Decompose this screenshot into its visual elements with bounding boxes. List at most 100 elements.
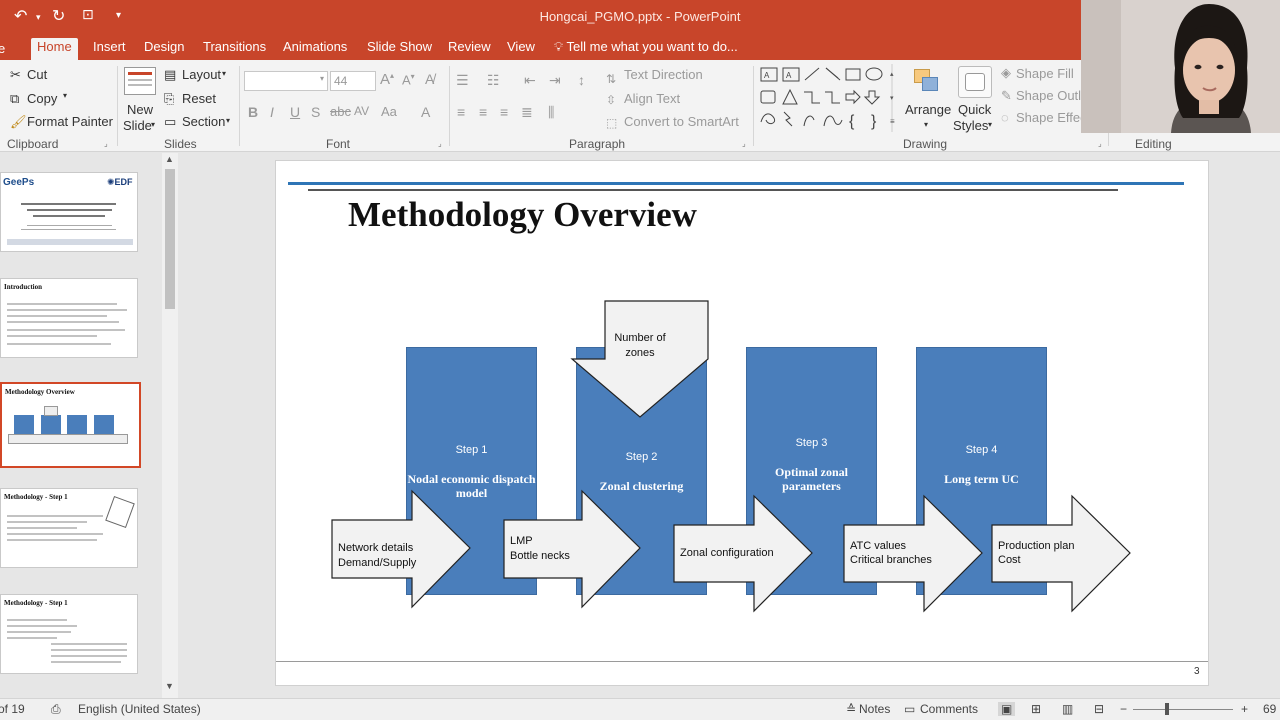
- thumb-text-line: [27, 225, 112, 226]
- thumb-text-line: [7, 515, 103, 517]
- tell-me-text: Tell me what you want to do...: [566, 39, 738, 54]
- svg-text:{: {: [849, 113, 855, 130]
- slide-thumbnail-4[interactable]: Methodology - Step 1: [0, 488, 138, 568]
- new-slide-button-line2[interactable]: Slide: [123, 118, 152, 133]
- normal-view-icon[interactable]: ▣: [998, 702, 1016, 716]
- thumb-text-line: [33, 215, 105, 217]
- thumb-text-line: [7, 309, 127, 311]
- zoom-level[interactable]: 69: [1263, 702, 1276, 716]
- convert-smartart-button[interactable]: Convert to SmartArt: [624, 114, 739, 129]
- tab-design[interactable]: Design: [138, 38, 190, 60]
- slide-thumbnail-2[interactable]: Introduction: [0, 278, 138, 358]
- align-left-icon[interactable]: ≡: [457, 104, 465, 120]
- comments-button[interactable]: Comments: [920, 702, 978, 716]
- reset-icon: ⎘: [164, 91, 175, 106]
- font-size-input[interactable]: 44: [330, 71, 376, 91]
- text-direction-button[interactable]: Text Direction: [624, 67, 703, 82]
- tab-view[interactable]: View: [501, 38, 541, 60]
- notes-icon: ≙: [846, 702, 857, 716]
- scrollbar-thumb[interactable]: [165, 169, 175, 309]
- tab-slide-show[interactable]: Slide Show: [361, 38, 438, 60]
- thumb-text-line: [7, 527, 77, 529]
- new-slide-dropdown-icon[interactable]: ▾: [151, 120, 155, 129]
- tab-insert[interactable]: Insert: [87, 38, 132, 60]
- tab-home[interactable]: Home: [31, 38, 78, 60]
- copy-button[interactable]: Copy: [27, 91, 57, 106]
- numbering-icon[interactable]: ☷: [487, 72, 500, 89]
- align-text-button[interactable]: Align Text: [624, 91, 680, 106]
- zoom-slider-thumb[interactable]: [1165, 703, 1169, 715]
- italic-icon[interactable]: I: [270, 104, 274, 120]
- arrange-button[interactable]: Arrange: [905, 102, 951, 117]
- reading-view-icon[interactable]: ▥: [1062, 702, 1073, 716]
- section-button[interactable]: Section: [182, 114, 225, 129]
- font-name-dropdown-icon[interactable]: ▾: [320, 74, 324, 83]
- quick-styles-dropdown-icon[interactable]: ▾: [988, 120, 992, 129]
- tab-file-partial[interactable]: e: [0, 40, 11, 62]
- shadow-icon[interactable]: S: [311, 104, 320, 120]
- strikethrough-icon[interactable]: abc: [330, 104, 351, 119]
- slide-thumbnail-panel: GeePs ✺EDF Introduction Methodology Over…: [0, 153, 180, 698]
- increase-indent-icon[interactable]: ⇥: [549, 72, 561, 89]
- scroll-down-icon[interactable]: ▼: [165, 681, 174, 691]
- char-spacing-icon[interactable]: AV: [354, 104, 369, 118]
- change-case-icon[interactable]: Aa: [381, 104, 397, 119]
- quick-styles-button-line2[interactable]: Styles: [953, 118, 988, 133]
- paragraph-launcher-icon[interactable]: ⌟: [742, 139, 746, 148]
- slide-canvas[interactable]: Methodology Overview Step 1 Nodal econom…: [276, 161, 1208, 685]
- copy-dropdown-icon[interactable]: ▾: [63, 91, 67, 100]
- zoom-out-icon[interactable]: −: [1120, 702, 1127, 716]
- zoom-in-icon[interactable]: +: [1241, 702, 1248, 716]
- clear-formatting-icon[interactable]: A̸: [425, 71, 434, 87]
- new-slide-icon[interactable]: [124, 67, 156, 95]
- layout-dropdown-icon[interactable]: ▾: [222, 69, 226, 78]
- justify-icon[interactable]: ≣: [521, 104, 533, 121]
- grow-font-icon[interactable]: A▴: [380, 71, 394, 88]
- cut-button[interactable]: Cut: [27, 67, 47, 82]
- tab-transitions[interactable]: Transitions: [197, 38, 272, 60]
- slide-thumbnail-3[interactable]: Methodology Overview: [0, 382, 141, 468]
- drawing-launcher-icon[interactable]: ⌟: [1098, 139, 1102, 148]
- layout-button[interactable]: Layout: [182, 67, 221, 82]
- font-launcher-icon[interactable]: ⌟: [438, 139, 442, 148]
- scroll-up-icon[interactable]: ▲: [165, 154, 174, 164]
- align-right-icon[interactable]: ≡: [500, 104, 508, 120]
- slide-sorter-icon[interactable]: ⊞: [1031, 702, 1041, 716]
- thumbnail-scrollbar[interactable]: ▲ ▼: [162, 153, 178, 698]
- bullets-icon[interactable]: ☰: [456, 72, 469, 89]
- spell-check-icon[interactable]: ⎙: [51, 702, 61, 717]
- new-slide-button[interactable]: New: [127, 102, 153, 117]
- shrink-font-icon[interactable]: A▾: [402, 72, 415, 87]
- slide-thumbnail-5[interactable]: Methodology - Step 1: [0, 594, 138, 674]
- align-center-icon[interactable]: ≡: [479, 104, 487, 120]
- thumb-equation-line: [51, 661, 121, 663]
- underline-icon[interactable]: U: [290, 104, 300, 120]
- tab-animations[interactable]: Animations: [277, 38, 353, 60]
- shape-fill-button[interactable]: Shape Fill: [1016, 66, 1074, 81]
- language-indicator[interactable]: English (United States): [78, 702, 201, 716]
- font-color-icon[interactable]: A: [421, 104, 430, 120]
- line-spacing-icon[interactable]: ↕: [578, 72, 585, 88]
- section-dropdown-icon[interactable]: ▾: [226, 116, 230, 125]
- svg-text:≡: ≡: [890, 117, 895, 126]
- format-painter-button[interactable]: Format Painter: [27, 114, 113, 129]
- quick-styles-icon: [958, 66, 992, 98]
- slide-thumbnail-1[interactable]: GeePs ✺EDF: [0, 172, 138, 252]
- tell-me-box[interactable]: 💡︎ Tell me what you want to do...: [548, 38, 744, 60]
- quick-styles-button[interactable]: Quick: [958, 102, 991, 117]
- shape-outline-button[interactable]: Shape Outli: [1016, 88, 1084, 103]
- shape-effects-button[interactable]: Shape Effec: [1016, 110, 1087, 125]
- zoom-slider-track[interactable]: [1133, 709, 1233, 710]
- thumb-text-line: [7, 315, 107, 317]
- reset-button[interactable]: Reset: [182, 91, 216, 106]
- decrease-indent-icon[interactable]: ⇤: [524, 72, 536, 89]
- arrange-dropdown-icon[interactable]: ▾: [924, 120, 928, 129]
- bold-icon[interactable]: B: [248, 104, 258, 120]
- tab-review[interactable]: Review: [442, 38, 497, 60]
- slideshow-icon[interactable]: ⊟: [1094, 702, 1104, 716]
- columns-icon[interactable]: ⫼: [548, 104, 554, 121]
- notes-button[interactable]: Notes: [859, 702, 890, 716]
- clipboard-launcher-icon[interactable]: ⌟: [104, 139, 108, 148]
- shapes-gallery[interactable]: A A { } ▴ ▾ ≡: [758, 64, 900, 132]
- font-name-input[interactable]: [244, 71, 328, 91]
